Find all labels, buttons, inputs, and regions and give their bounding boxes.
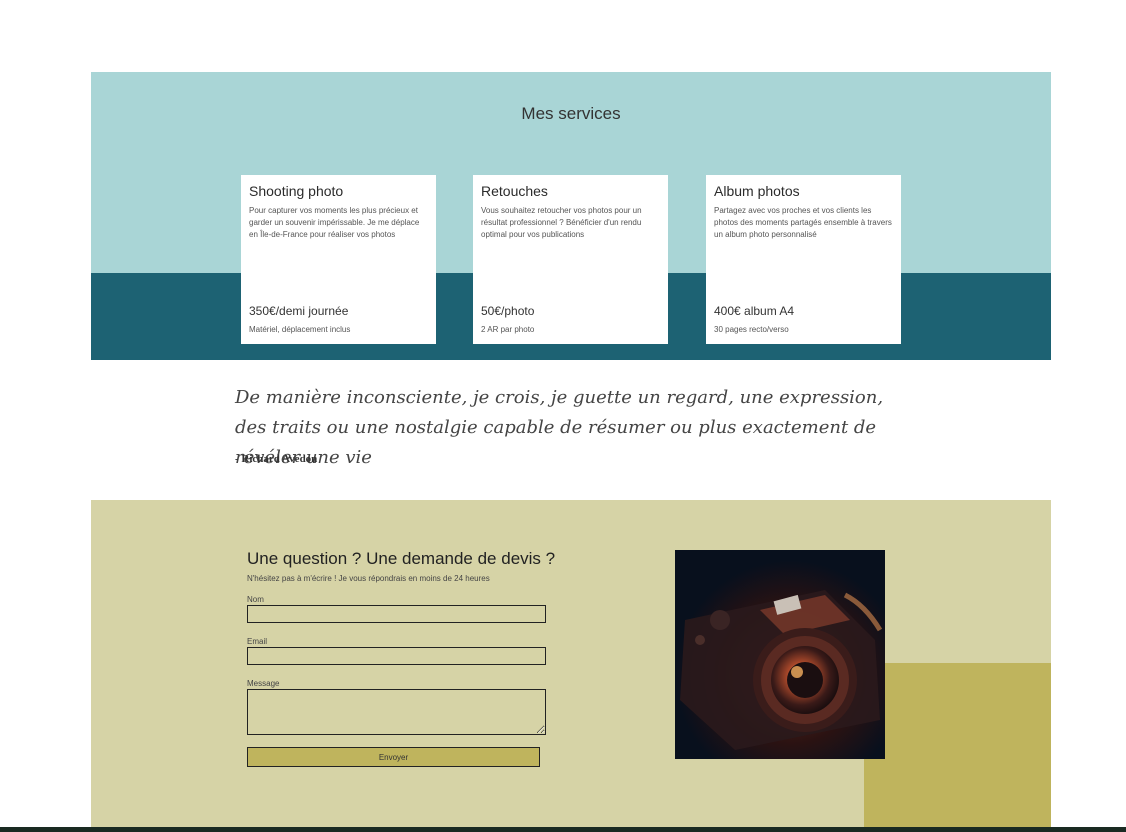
service-card-note: 30 pages recto/verso	[714, 325, 789, 334]
footer-bar	[0, 827, 1126, 832]
send-button[interactable]: Envoyer	[247, 747, 540, 767]
contact-section: Une question ? Une demande de devis ? N'…	[91, 500, 1051, 832]
service-card-title: Retouches	[481, 183, 548, 199]
service-card-title: Shooting photo	[249, 183, 344, 199]
service-card-album: Album photos Partagez avec vos proches e…	[706, 175, 901, 344]
services-section: Mes services Shooting photo Pour capture…	[91, 72, 1051, 360]
decorative-accent-block	[864, 663, 1051, 832]
service-card-description: Pour capturer vos moments les plus préci…	[249, 206, 420, 239]
service-card-retouches: Retouches Vous souhaitez retoucher vos p…	[473, 175, 668, 344]
service-card-title: Album photos	[714, 183, 800, 199]
quote-text: De manière inconsciente, je crois, je gu…	[235, 387, 884, 468]
quote-author: - Richard Avedon	[235, 453, 318, 465]
service-card-price: 50€/photo	[481, 304, 535, 318]
service-card-description: Vous souhaitez retoucher vos photos pour…	[481, 206, 642, 239]
contact-heading: Une question ? Une demande de devis ?	[247, 549, 556, 568]
name-field[interactable]	[247, 605, 546, 623]
name-label: Nom	[247, 595, 264, 604]
email-label: Email	[247, 637, 268, 646]
message-field[interactable]	[247, 689, 546, 735]
camera-icon	[675, 550, 885, 759]
email-field[interactable]	[247, 647, 546, 665]
service-card-shooting: Shooting photo Pour capturer vos moments…	[241, 175, 436, 344]
service-card-description: Partagez avec vos proches et vos clients…	[714, 206, 892, 239]
service-card-note: Matériel, déplacement inclus	[249, 325, 351, 334]
camera-photo-image	[675, 550, 885, 759]
service-card-price: 400€ album A4	[714, 304, 795, 318]
service-card-note: 2 AR par photo	[481, 325, 535, 334]
message-label: Message	[247, 679, 280, 688]
services-title: Mes services	[521, 104, 621, 123]
contact-subheading: N'hésitez pas à m'écrire ! Je vous répon…	[247, 574, 490, 583]
service-card-price: 350€/demi journée	[249, 304, 349, 318]
